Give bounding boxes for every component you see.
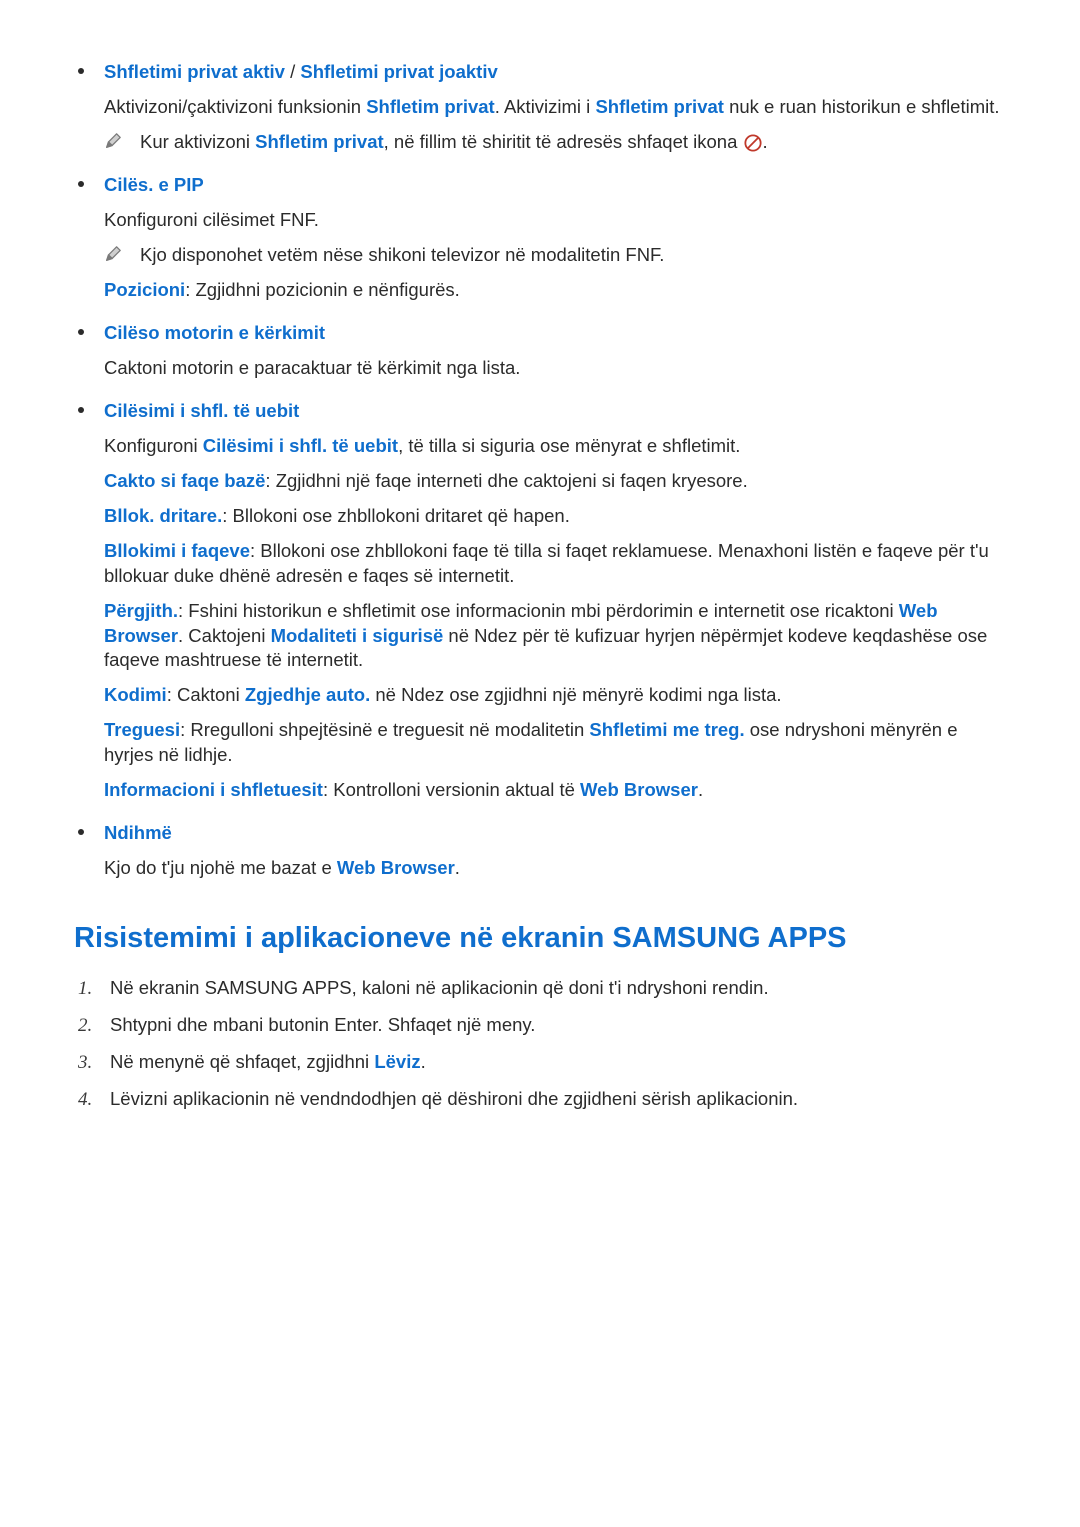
feature-title: Shfletimi privat aktiv / Shfletimi priva… <box>104 60 1006 85</box>
highlight-term: Cakto si faqe bazë <box>104 470 265 491</box>
body-text: . <box>455 857 460 878</box>
no-entry-icon <box>744 134 762 152</box>
feature-item: Ndihmë Kjo do t'ju njohë me bazat e Web B… <box>74 821 1006 881</box>
note-text: Kjo disponohet vetëm nëse shikoni televi… <box>140 244 664 265</box>
body-text: , të tilla si siguria ose mënyrat e shfl… <box>398 435 740 456</box>
body-text: : Rregulloni shpejtësinë e treguesit në … <box>180 719 589 740</box>
feature-paragraph: Konfiguroni cilësimet FNF. <box>104 208 1006 233</box>
highlight-term: Shfletimi privat aktiv <box>104 61 285 82</box>
highlight-term: Zgjedhje auto. <box>245 684 370 705</box>
highlight-term: Cilëso motorin e kërkimit <box>104 322 325 343</box>
feature-list: Shfletimi privat aktiv / Shfletimi priva… <box>74 60 1006 881</box>
note: Kjo disponohet vetëm nëse shikoni televi… <box>104 243 1006 268</box>
bullet-icon <box>78 181 84 187</box>
feature-paragraph: Informacioni i shfletuesit: Kontrolloni … <box>104 778 1006 803</box>
body-text: Lëvizni aplikacionin në vendndodhjen që … <box>110 1088 798 1109</box>
body-text: Konfiguroni <box>104 435 203 456</box>
highlight-term: Treguesi <box>104 719 180 740</box>
step-item: Lëvizni aplikacionin në vendndodhjen që … <box>74 1087 1006 1112</box>
feature-item: Cilësimi i shfl. të uebitKonfiguroni Cil… <box>74 399 1006 804</box>
body-text: . <box>763 131 768 152</box>
pencil-icon <box>104 132 122 150</box>
highlight-term: Lëviz <box>374 1051 420 1072</box>
body-text: : Kontrolloni versionin aktual të <box>323 779 580 800</box>
feature-paragraph: Treguesi: Rregulloni shpejtësinë e tregu… <box>104 718 1006 768</box>
highlight-term: Web Browser <box>580 779 698 800</box>
feature-paragraph: Pozicioni: Zgjidhni pozicionin e nënfigu… <box>104 278 1006 303</box>
highlight-term: Shfletim privat <box>595 96 724 117</box>
feature-paragraph: Bllok. dritare.: Bllokoni ose zhbllokoni… <box>104 504 1006 529</box>
highlight-term: Bllok. dritare. <box>104 505 222 526</box>
body-text: Aktivizoni/çaktivizoni funksionin <box>104 96 366 117</box>
bullet-icon <box>78 68 84 74</box>
feature-item: Cilëso motorin e kërkimit Caktoni motorin… <box>74 321 1006 381</box>
body-text: , në fillim të shiritit të adresës shfaq… <box>384 131 743 152</box>
feature-item: Shfletimi privat aktiv / Shfletimi priva… <box>74 60 1006 155</box>
feature-paragraph: Aktivizoni/çaktivizoni funksionin Shflet… <box>104 95 1006 120</box>
highlight-term: Kodimi <box>104 684 167 705</box>
bullet-icon <box>78 829 84 835</box>
step-item: Në menynë që shfaqet, zgjidhni Lëviz. <box>74 1050 1006 1075</box>
body-text: : Zgjidhni pozicionin e nënfigurës. <box>185 279 460 300</box>
feature-title: Cilësimi i shfl. të uebit <box>104 399 1006 424</box>
highlight-term: Modaliteti i sigurisë <box>271 625 444 646</box>
steps-list: Në ekranin SAMSUNG APPS, kaloni në aplik… <box>74 976 1006 1112</box>
feature-paragraph: Cakto si faqe bazë: Zgjidhni një faqe in… <box>104 469 1006 494</box>
feature-item: Cilës. e PIP Konfiguroni cilësimet FNF. Kj… <box>74 173 1006 303</box>
body-text: . Aktivizimi i <box>495 96 596 117</box>
highlight-term: Shfletim privat <box>255 131 384 152</box>
step-item: Në ekranin SAMSUNG APPS, kaloni në aplik… <box>74 976 1006 1001</box>
note: Kur aktivizoni Shfletim privat, në filli… <box>104 130 1006 155</box>
feature-title: Cilëso motorin e kërkimit <box>104 321 1006 346</box>
body-text: Kjo disponohet vetëm nëse shikoni televi… <box>140 244 664 265</box>
highlight-term: Cilësimi i shfl. të uebit <box>203 435 398 456</box>
highlight-term: Cilës. e PIP <box>104 174 204 195</box>
bullet-icon <box>78 329 84 335</box>
body-text: : Caktoni <box>167 684 245 705</box>
body-text: : Fshini historikun e shfletimit ose inf… <box>178 600 899 621</box>
highlight-term: Informacioni i shfletuesit <box>104 779 323 800</box>
feature-paragraph: Caktoni motorin e paracaktuar të kërkimi… <box>104 356 1006 381</box>
body-text: nuk e ruan historikun e shfletimit. <box>724 96 1000 117</box>
feature-paragraph: Bllokimi i faqeve: Bllokoni ose zhblloko… <box>104 539 1006 589</box>
step-item: Shtypni dhe mbani butonin Enter. Shfaqet… <box>74 1013 1006 1038</box>
feature-paragraph: Konfiguroni Cilësimi i shfl. të uebit, t… <box>104 434 1006 459</box>
feature-title: Cilës. e PIP <box>104 173 1006 198</box>
feature-title: Ndihmë <box>104 821 1006 846</box>
highlight-term: Cilësimi i shfl. të uebit <box>104 400 299 421</box>
highlight-term: Shfletimi privat joaktiv <box>300 61 497 82</box>
body-text: Shtypni dhe mbani butonin Enter. Shfaqet… <box>110 1014 535 1035</box>
body-text: Në menynë që shfaqet, zgjidhni <box>110 1051 374 1072</box>
bullet-icon <box>78 407 84 413</box>
body-text: në Ndez ose zgjidhni një mënyrë kodimi n… <box>370 684 781 705</box>
body-text: . <box>698 779 703 800</box>
body-text: / <box>285 61 300 82</box>
pencil-icon <box>104 245 122 263</box>
feature-paragraph: Kjo do t'ju njohë me bazat e Web Browser… <box>104 856 1006 881</box>
body-text: Në ekranin SAMSUNG APPS, kaloni në aplik… <box>110 977 769 998</box>
note-text: Kur aktivizoni Shfletim privat, në filli… <box>140 131 768 152</box>
highlight-term: Bllokimi i faqeve <box>104 540 250 561</box>
highlight-term: Shfletim privat <box>366 96 495 117</box>
body-text: : Zgjidhni një faqe interneti dhe caktoj… <box>265 470 747 491</box>
body-text: : Bllokoni ose zhbllokoni dritaret që ha… <box>222 505 570 526</box>
feature-paragraph: Përgjith.: Fshini historikun e shfletimi… <box>104 599 1006 674</box>
body-text: . <box>421 1051 426 1072</box>
highlight-term: Ndihmë <box>104 822 172 843</box>
highlight-term: Web Browser <box>337 857 455 878</box>
feature-paragraph: Kodimi: Caktoni Zgjedhje auto. në Ndez o… <box>104 683 1006 708</box>
body-text: Konfiguroni cilësimet FNF. <box>104 209 319 230</box>
body-text: Kur aktivizoni <box>140 131 255 152</box>
highlight-term: Pozicioni <box>104 279 185 300</box>
section-heading: Risistemimi i aplikacioneve në ekranin S… <box>74 919 1006 958</box>
body-text: . Caktojeni <box>178 625 271 646</box>
body-text: Caktoni motorin e paracaktuar të kërkimi… <box>104 357 520 378</box>
highlight-term: Përgjith. <box>104 600 178 621</box>
highlight-term: Shfletimi me treg. <box>589 719 744 740</box>
body-text: Kjo do t'ju njohë me bazat e <box>104 857 337 878</box>
